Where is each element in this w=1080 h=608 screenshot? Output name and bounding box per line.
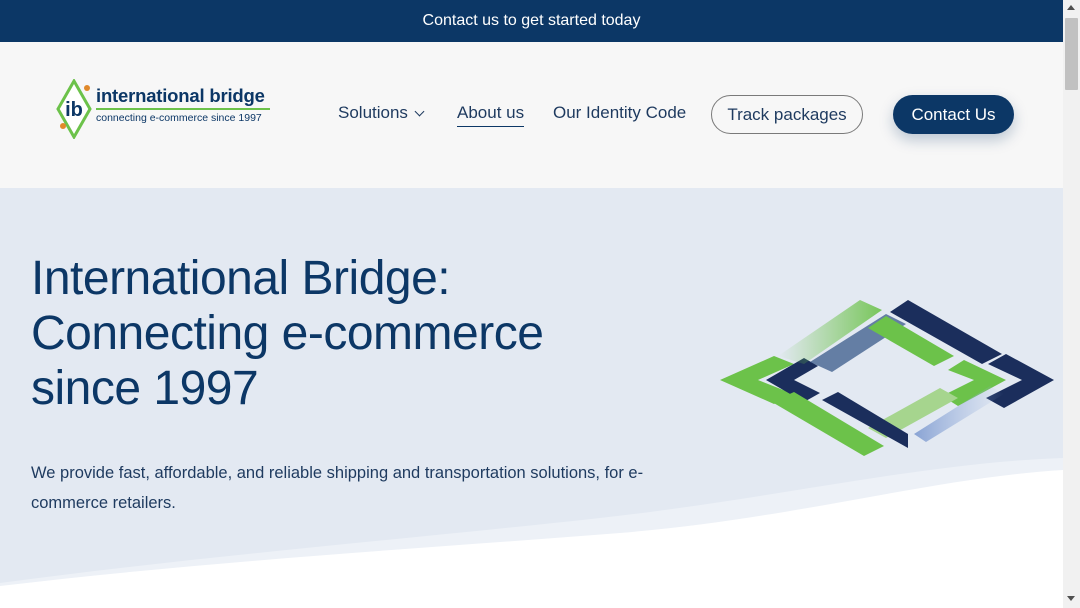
hero-title-line-1: International Bridge: [31, 252, 451, 305]
logo[interactable]: ib international bridge connecting e-com… [56, 79, 276, 139]
scroll-down-arrow-icon[interactable] [1067, 596, 1075, 601]
logo-tagline: connecting e-commerce since 1997 [96, 112, 262, 124]
site-header: ib international bridge connecting e-com… [0, 42, 1063, 188]
announcement-bar[interactable]: Contact us to get started today [0, 0, 1063, 42]
scroll-up-arrow-icon[interactable] [1067, 5, 1075, 10]
logo-underline [96, 108, 270, 110]
nav-identity-code[interactable]: Our Identity Code [553, 103, 686, 123]
nav-about-us[interactable]: About us [457, 103, 525, 127]
hero-description: We provide fast, affordable, and reliabl… [31, 464, 644, 512]
hero-section: International Bridge: Connecting e-comme… [0, 188, 1063, 608]
vertical-scrollbar[interactable] [1063, 0, 1080, 608]
chevron-down-icon[interactable] [414, 106, 425, 117]
hero-title-line-3: since 1997 [31, 362, 259, 415]
track-packages-button[interactable]: Track packages [711, 95, 863, 134]
logo-monogram: ib [65, 99, 83, 121]
announcement-text[interactable]: Contact us to get started today [423, 12, 641, 30]
hero-title: International Bridge: Connecting e-comme… [31, 251, 631, 416]
contact-us-button[interactable]: Contact Us [893, 95, 1014, 134]
bridge-diamond-graphic [720, 300, 1054, 456]
logo-diamond-icon: ib [56, 79, 92, 139]
logo-name: international bridge [96, 85, 265, 106]
nav-solutions[interactable]: Solutions [338, 103, 425, 123]
scrollbar-thumb[interactable] [1065, 18, 1078, 90]
nav-solutions-label[interactable]: Solutions [338, 103, 408, 122]
hero-title-line-2: Connecting e-commerce [31, 307, 544, 360]
